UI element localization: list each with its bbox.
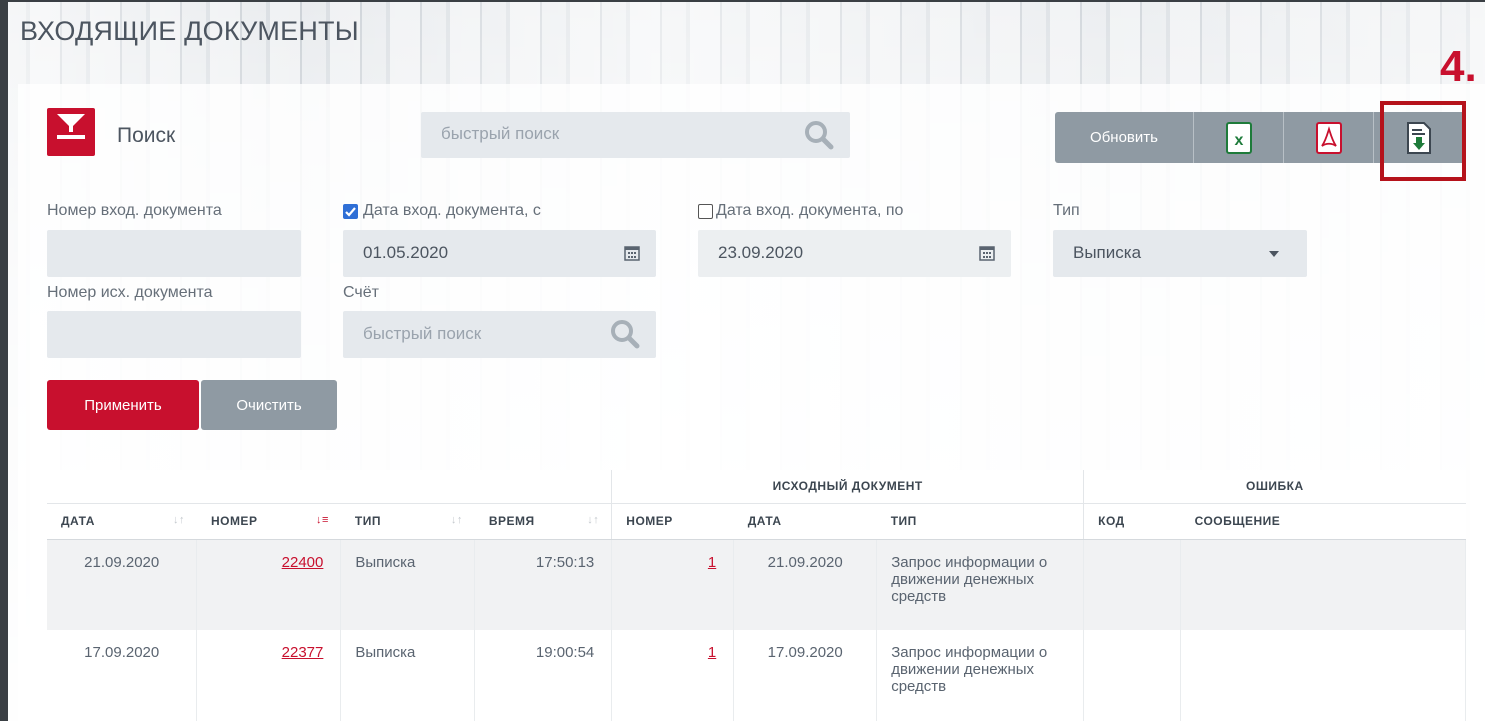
source-number-link[interactable]: 1 — [708, 554, 716, 571]
cell-date: 17.09.2020 — [47, 630, 198, 721]
column-header-date[interactable]: ДАТА ↓↑ — [47, 503, 197, 540]
export-pdf-button[interactable] — [1283, 112, 1373, 163]
in-number-input[interactable] — [47, 230, 301, 277]
search-icon[interactable] — [804, 120, 834, 150]
export-excel-button[interactable]: x — [1193, 112, 1283, 163]
group-header-source-document: ИСХОДНЫЙ ДОКУМЕНТ — [611, 470, 1084, 504]
date-from-input[interactable]: 01.05.2020 — [343, 230, 656, 277]
window-left-border — [0, 0, 8, 721]
date-from-checkbox[interactable] — [343, 204, 358, 219]
type-label: Тип — [1053, 202, 1080, 219]
column-header-source-type: ТИП — [876, 503, 1084, 540]
document-number-link[interactable]: 22400 — [282, 554, 324, 571]
cell-source-date: 21.09.2020 — [733, 539, 878, 630]
chevron-down-icon — [1269, 251, 1279, 257]
date-from-label: Дата вход. документа, с — [363, 202, 541, 219]
filter-icon[interactable] — [47, 108, 95, 156]
in-number-label: Номер вход. документа — [47, 202, 222, 219]
sort-icon: ↓↑ — [172, 513, 185, 526]
account-search-input[interactable]: быстрый поиск — [343, 311, 656, 358]
search-section-label: Поиск — [117, 124, 176, 147]
cell-type: Выписка — [340, 539, 476, 630]
svg-text:x: x — [1234, 132, 1243, 149]
pdf-icon — [1315, 121, 1342, 154]
date-to-input[interactable]: 23.09.2020 — [698, 230, 1011, 277]
type-select[interactable]: Выписка — [1053, 230, 1307, 277]
account-search-placeholder: быстрый поиск — [363, 324, 482, 343]
column-header-time[interactable]: ВРЕМЯ ↓↑ — [474, 503, 612, 540]
calendar-icon[interactable] — [979, 245, 995, 261]
cell-error-code — [1083, 539, 1182, 630]
sort-desc-icon: ↓≡ — [315, 513, 329, 526]
refresh-button[interactable]: Обновить — [1055, 112, 1193, 163]
sort-icon: ↓↑ — [587, 513, 600, 526]
column-header-error-code: КОД — [1083, 503, 1181, 540]
excel-icon: x — [1225, 121, 1252, 154]
type-select-value: Выписка — [1073, 243, 1142, 262]
column-header-number[interactable]: НОМЕР ↓≡ — [196, 503, 341, 540]
cell-error-code — [1083, 630, 1182, 721]
cell-time: 19:00:54 — [474, 630, 613, 721]
clear-button[interactable]: Очистить — [201, 380, 337, 430]
cell-date: 21.09.2020 — [47, 539, 198, 630]
annotation-step-number: 4. — [1440, 42, 1477, 91]
account-label: Счёт — [343, 284, 379, 301]
column-header-source-date: ДАТА — [733, 503, 877, 540]
cell-error-message — [1180, 539, 1466, 630]
cell-time: 17:50:13 — [474, 539, 613, 630]
cell-source-date: 17.09.2020 — [733, 630, 878, 721]
sort-icon: ↓↑ — [450, 513, 463, 526]
cell-source-type: Запрос информации о движении денежных ср… — [876, 630, 1085, 721]
quick-search-input[interactable]: быстрый поиск — [421, 112, 850, 158]
column-header-type[interactable]: ТИП ↓↑ — [340, 503, 475, 540]
documents-table: ИСХОДНЫЙ ДОКУМЕНТ ОШИБКА ДАТА ↓↑ НОМЕР ↓≡ … — [47, 470, 1466, 721]
column-header-error-message: СООБЩЕНИЕ — [1180, 503, 1466, 540]
apply-button[interactable]: Применить — [47, 380, 199, 430]
document-number-link[interactable]: 22377 — [282, 644, 324, 661]
page-title: ВХОДЯЩИЕ ДОКУМЕНТЫ — [20, 16, 359, 46]
table-row[interactable]: 17.09.2020 22377 Выписка 19:00:54 1 17.0… — [47, 630, 1466, 721]
out-number-input[interactable] — [47, 311, 301, 358]
out-number-label: Номер исх. документа — [47, 284, 213, 301]
table-row[interactable]: 21.09.2020 22400 Выписка 17:50:13 1 21.0… — [47, 539, 1466, 630]
date-from-value: 01.05.2020 — [363, 243, 449, 262]
date-to-checkbox[interactable] — [698, 204, 713, 219]
calendar-icon[interactable] — [624, 245, 640, 261]
date-to-value: 23.09.2020 — [718, 243, 804, 262]
cell-type: Выписка — [340, 630, 476, 721]
cell-error-message — [1180, 630, 1466, 721]
search-icon[interactable] — [610, 319, 640, 349]
cell-source-type: Запрос информации о движении денежных ср… — [876, 539, 1085, 630]
annotation-highlight-box — [1380, 101, 1466, 181]
source-number-link[interactable]: 1 — [708, 644, 716, 661]
column-header-source-number: НОМЕР — [611, 503, 734, 540]
date-to-label: Дата вход. документа, по — [716, 202, 904, 219]
quick-search-placeholder: быстрый поиск — [441, 124, 560, 143]
group-header-error: ОШИБКА — [1083, 470, 1466, 504]
window-top-border — [0, 0, 1485, 2]
